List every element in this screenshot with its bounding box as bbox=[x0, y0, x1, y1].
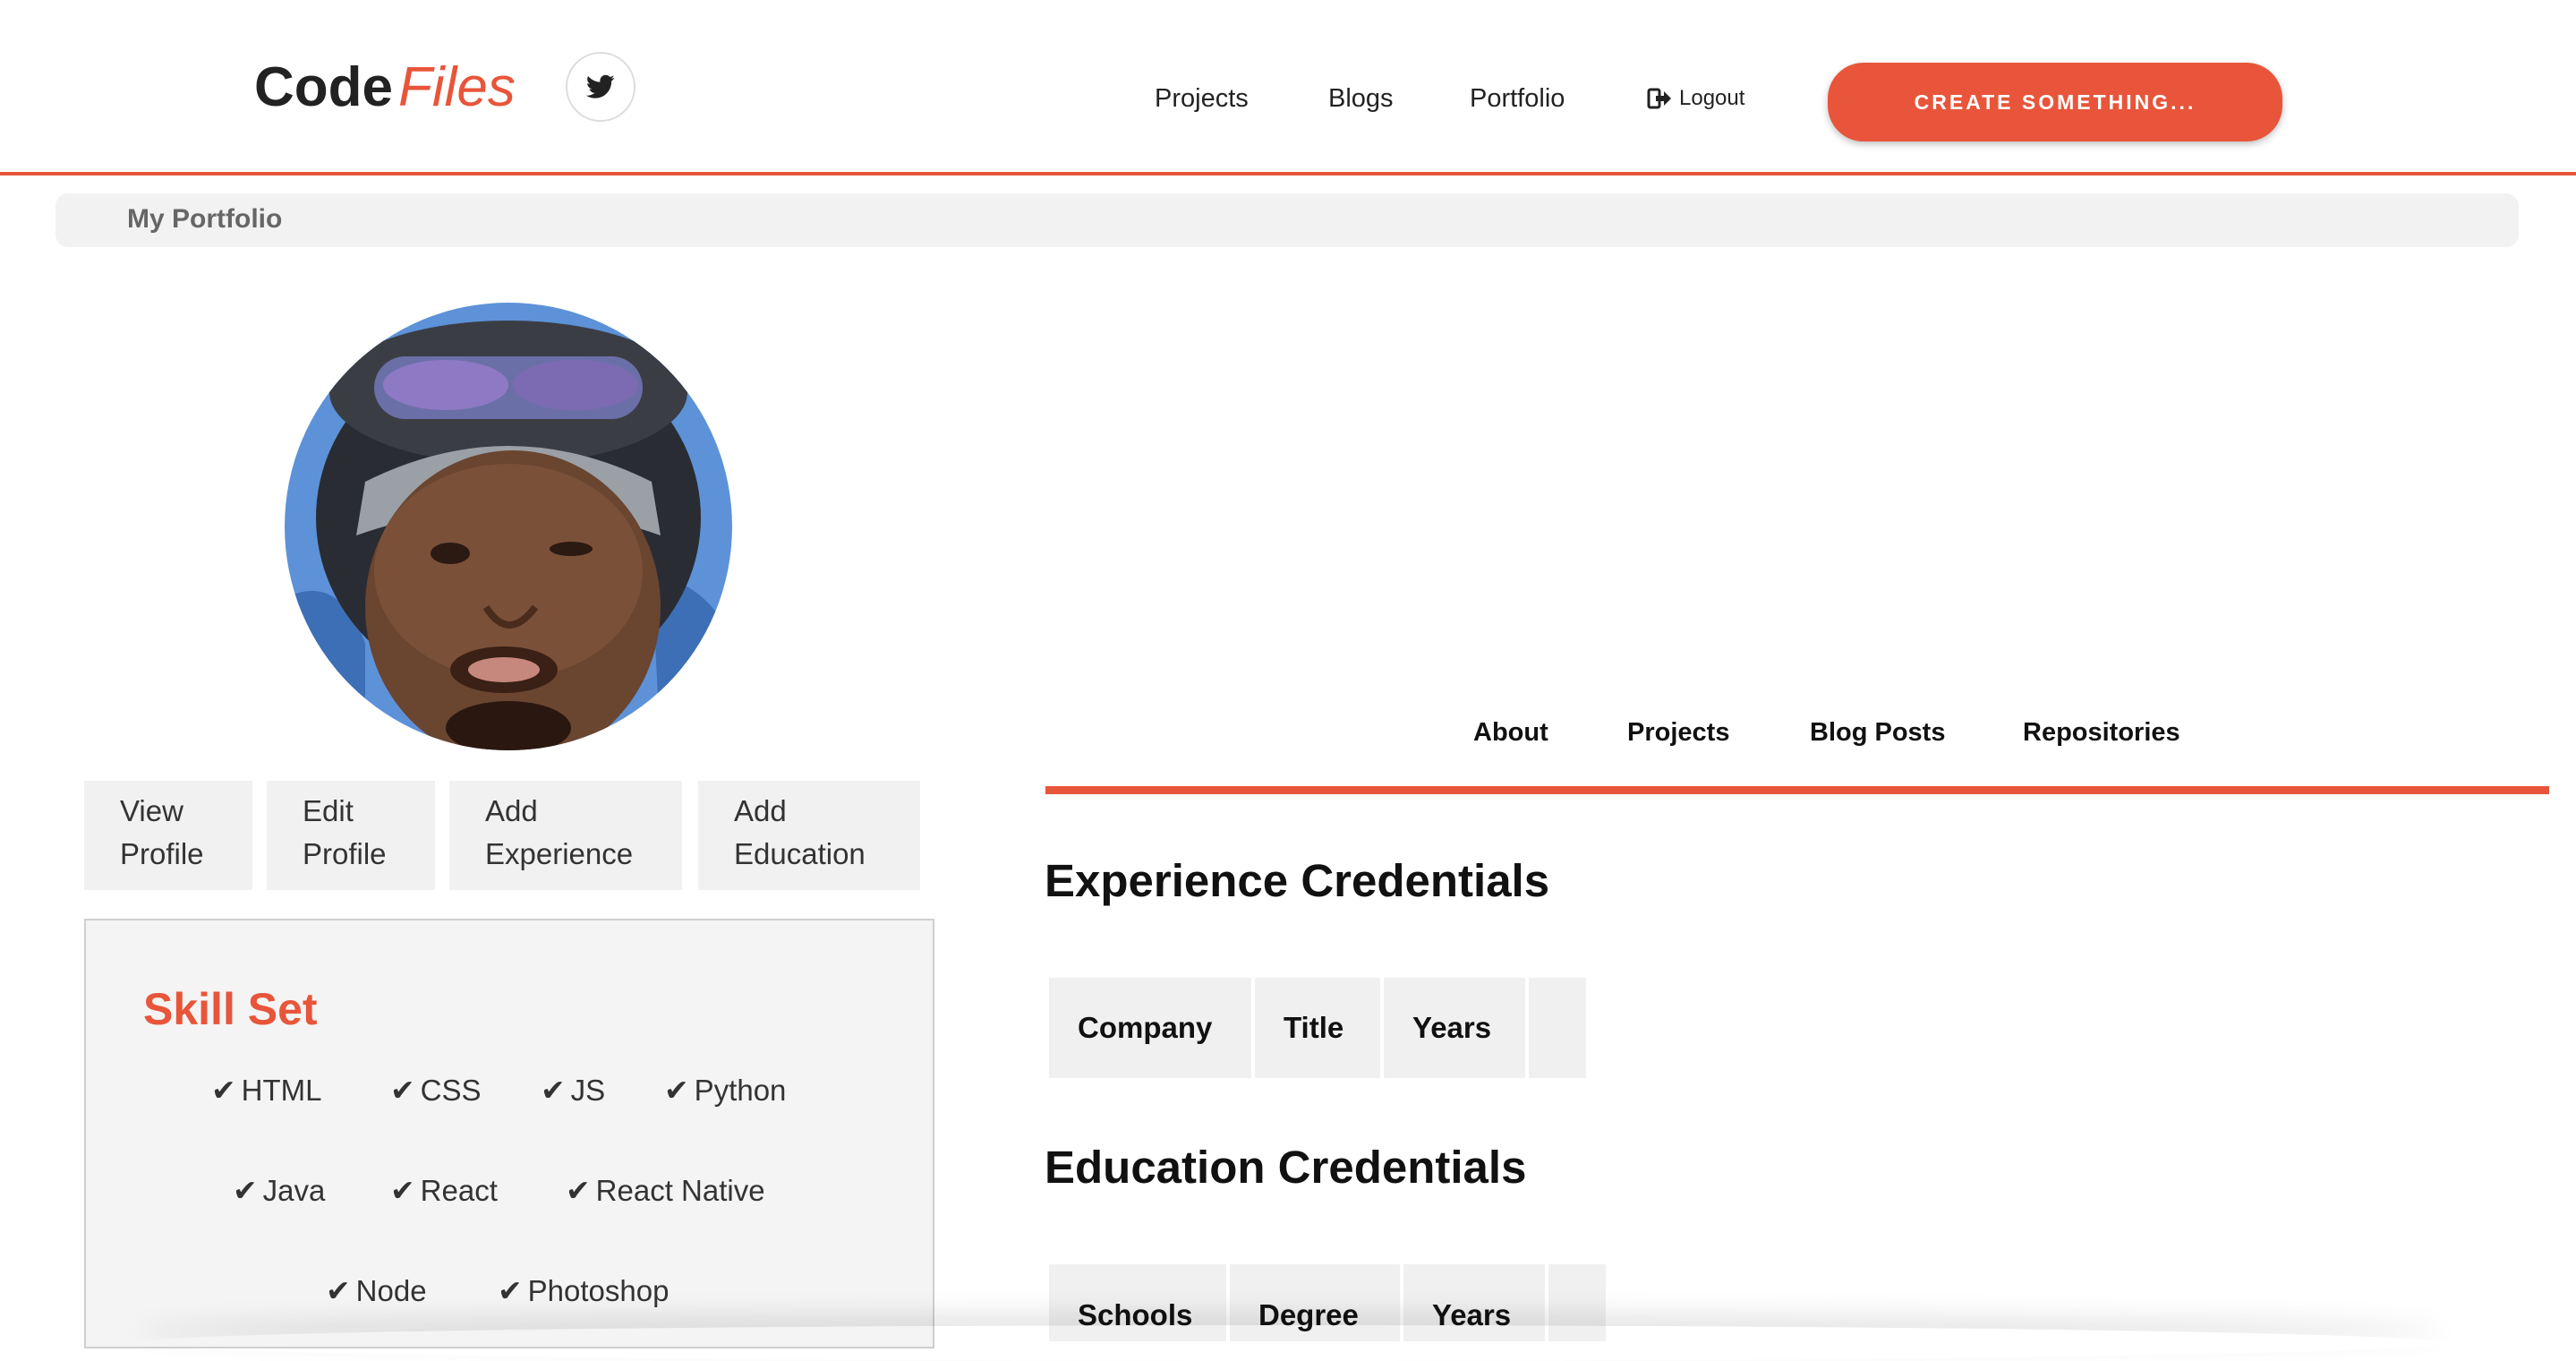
skill-item: ✔ Java bbox=[233, 1173, 326, 1208]
education-title: Education Credentials bbox=[1045, 1142, 1527, 1193]
add-experience-line1: Add bbox=[485, 794, 538, 827]
tab-repositories[interactable]: Repositories bbox=[2023, 718, 2180, 748]
check-icon: ✔ bbox=[498, 1274, 523, 1307]
logo-files-text: Files bbox=[398, 56, 516, 118]
check-icon: ✔ bbox=[566, 1174, 591, 1207]
tab-blog-posts[interactable]: Blog Posts bbox=[1810, 718, 1945, 748]
create-something-button[interactable]: CREATE SOMETHING... bbox=[1828, 63, 2282, 141]
top-navbar: CodeFiles Projects Blogs Portfolio Logou… bbox=[0, 0, 2576, 175]
check-icon: ✔ bbox=[211, 1074, 236, 1107]
add-education-line1: Add bbox=[734, 794, 787, 827]
skill-item: ✔ Python bbox=[664, 1073, 787, 1108]
add-experience-button[interactable]: Add Experience bbox=[449, 781, 682, 890]
skill-item: ✔ Node bbox=[326, 1273, 427, 1308]
check-icon: ✔ bbox=[390, 1174, 415, 1207]
tab-about[interactable]: About bbox=[1473, 718, 1548, 748]
tab-projects[interactable]: Projects bbox=[1627, 718, 1729, 748]
experience-column-header: Company bbox=[1049, 978, 1251, 1078]
view-profile-button[interactable]: View Profile bbox=[84, 781, 252, 890]
skill-set-title: Skill Set bbox=[143, 984, 318, 1034]
breadcrumb: My Portfolio bbox=[55, 193, 2519, 247]
experience-title: Experience Credentials bbox=[1045, 855, 1550, 906]
edit-profile-button[interactable]: Edit Profile bbox=[267, 781, 435, 890]
tab-underline bbox=[1045, 786, 2549, 794]
twitter-bird-glyph bbox=[586, 74, 615, 98]
nav-blogs[interactable]: Blogs bbox=[1328, 81, 1394, 116]
check-icon: ✔ bbox=[326, 1274, 351, 1307]
experience-column-header: Title bbox=[1255, 978, 1380, 1078]
skill-item: ✔ React bbox=[390, 1173, 498, 1208]
avatar bbox=[285, 303, 732, 750]
twitter-icon[interactable] bbox=[566, 52, 635, 122]
edit-profile-line2: Profile bbox=[303, 837, 387, 870]
page-title: My Portfolio bbox=[127, 204, 283, 234]
nav-projects[interactable]: Projects bbox=[1155, 81, 1249, 116]
skill-item: ✔ CSS bbox=[390, 1073, 482, 1108]
skill-set-panel: Skill Set ✔ HTML ✔ CSS ✔ JS ✔ Python ✔ Java ✔… bbox=[84, 919, 934, 1348]
skill-item: ✔ JS bbox=[541, 1073, 606, 1108]
view-profile-line1: View bbox=[120, 794, 183, 827]
logo-code-text: Code bbox=[254, 56, 393, 118]
check-icon: ✔ bbox=[390, 1074, 415, 1107]
nav-logout[interactable]: Logout bbox=[1647, 81, 1744, 116]
add-education-line2: Education bbox=[734, 837, 866, 870]
check-icon: ✔ bbox=[541, 1074, 566, 1107]
experience-column-header: Years bbox=[1384, 978, 1525, 1078]
view-profile-line2: Profile bbox=[120, 837, 204, 870]
check-icon: ✔ bbox=[664, 1074, 689, 1107]
add-experience-line2: Experience bbox=[485, 837, 634, 870]
skill-item: ✔ Photoshop bbox=[498, 1273, 670, 1308]
brand-logo[interactable]: CodeFiles bbox=[254, 54, 516, 122]
add-education-button[interactable]: Add Education bbox=[698, 781, 920, 890]
check-icon: ✔ bbox=[233, 1174, 258, 1207]
experience-column-header bbox=[1529, 978, 1586, 1078]
skill-item: ✔ HTML bbox=[211, 1073, 322, 1108]
nav-portfolio[interactable]: Portfolio bbox=[1470, 81, 1565, 116]
edit-profile-line1: Edit bbox=[303, 794, 354, 827]
logout-label: Logout bbox=[1679, 86, 1745, 110]
avatar-photo bbox=[285, 303, 732, 750]
skill-item: ✔ React Native bbox=[566, 1173, 765, 1208]
sign-out-icon bbox=[1647, 88, 1671, 109]
footer-shadow bbox=[134, 1325, 2444, 1361]
